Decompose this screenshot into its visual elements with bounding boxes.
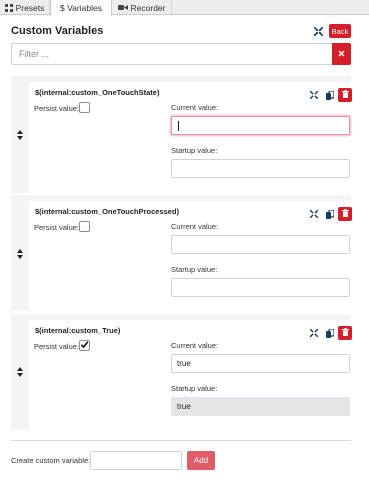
startup-value-label: Startup value: bbox=[171, 146, 218, 155]
copy-icon[interactable] bbox=[325, 328, 335, 338]
startup-value-field[interactable] bbox=[171, 278, 350, 297]
persist-label: Persist value: bbox=[34, 342, 80, 351]
persist-checkbox[interactable] bbox=[79, 340, 90, 351]
variable-card-body: $(internal:custom_True) Persist value: C… bbox=[29, 320, 352, 430]
copy-icon[interactable] bbox=[325, 90, 335, 100]
current-value-text: true bbox=[177, 359, 191, 368]
collapse-icon[interactable] bbox=[309, 328, 319, 338]
delete-button[interactable] bbox=[338, 88, 352, 102]
startup-value-label: Startup value: bbox=[171, 384, 218, 393]
trash-icon bbox=[341, 90, 349, 100]
tab-bar: Presets $ Variables Recorder bbox=[0, 0, 369, 16]
drag-handle-icon[interactable] bbox=[17, 130, 23, 140]
current-value-field[interactable]: true bbox=[171, 354, 350, 373]
trash-icon bbox=[341, 209, 349, 219]
tab-recorder[interactable]: Recorder bbox=[112, 0, 172, 15]
create-variable-label: Create custom variable: bbox=[11, 456, 91, 465]
variable-card: $(internal:custom_True) Persist value: C… bbox=[11, 314, 352, 430]
checkmark-icon bbox=[80, 340, 89, 351]
current-value-field[interactable] bbox=[171, 235, 350, 254]
filter-input[interactable] bbox=[11, 43, 333, 65]
variable-card: $(internal:custom_OneTouchProcessed) Per… bbox=[11, 195, 352, 311]
variable-name: $(internal:custom_OneTouchProcessed) bbox=[35, 207, 180, 216]
persist-checkbox[interactable] bbox=[79, 102, 90, 113]
video-camera-icon bbox=[117, 4, 128, 11]
tab-variables[interactable]: $ Variables bbox=[50, 0, 112, 16]
clear-filter-button[interactable] bbox=[332, 43, 351, 65]
delete-button[interactable] bbox=[338, 326, 352, 340]
startup-value-label: Startup value: bbox=[171, 265, 218, 274]
tab-recorder-label: Recorder bbox=[130, 2, 166, 13]
current-value-label: Current value: bbox=[171, 222, 219, 231]
variable-name: $(internal:custom_True) bbox=[35, 326, 121, 335]
variable-name: $(internal:custom_OneTouchState) bbox=[35, 88, 160, 97]
collapse-all-icon[interactable] bbox=[313, 26, 323, 36]
variable-card-body: $(internal:custom_OneTouchProcessed) Per… bbox=[29, 201, 352, 311]
current-value-label: Current value: bbox=[171, 341, 219, 350]
collapse-icon[interactable] bbox=[309, 209, 319, 219]
tab-presets[interactable]: Presets bbox=[0, 0, 50, 15]
drag-handle-icon[interactable] bbox=[17, 367, 23, 377]
current-value-label: Current value: bbox=[171, 103, 219, 112]
drag-handle-icon[interactable] bbox=[17, 249, 23, 259]
divider bbox=[11, 440, 351, 441]
copy-icon[interactable] bbox=[325, 209, 335, 219]
variable-card: $(internal:custom_OneTouchState) Persist… bbox=[11, 76, 352, 193]
add-button[interactable]: Add bbox=[187, 451, 215, 470]
collapse-icon[interactable] bbox=[309, 90, 319, 100]
page-title: Custom Variables bbox=[11, 25, 104, 37]
startup-value-field[interactable] bbox=[171, 159, 350, 178]
create-variable-input[interactable] bbox=[90, 451, 182, 470]
current-value-field[interactable] bbox=[171, 116, 350, 135]
tab-presets-label: Presets bbox=[15, 2, 45, 13]
text-caret bbox=[178, 121, 179, 131]
startup-value-text: true bbox=[177, 402, 191, 411]
persist-checkbox[interactable] bbox=[79, 221, 90, 232]
tab-variables-label: $ Variables bbox=[60, 3, 102, 13]
startup-value-field: true bbox=[171, 397, 350, 416]
trash-icon bbox=[341, 328, 349, 338]
persist-label: Persist value: bbox=[34, 223, 80, 232]
delete-button[interactable] bbox=[338, 207, 352, 221]
variable-card-body: $(internal:custom_OneTouchState) Persist… bbox=[29, 82, 352, 193]
persist-label: Persist value: bbox=[34, 104, 80, 113]
grid-icon bbox=[4, 3, 13, 12]
close-icon bbox=[338, 49, 345, 59]
back-button[interactable]: Back bbox=[329, 24, 351, 38]
